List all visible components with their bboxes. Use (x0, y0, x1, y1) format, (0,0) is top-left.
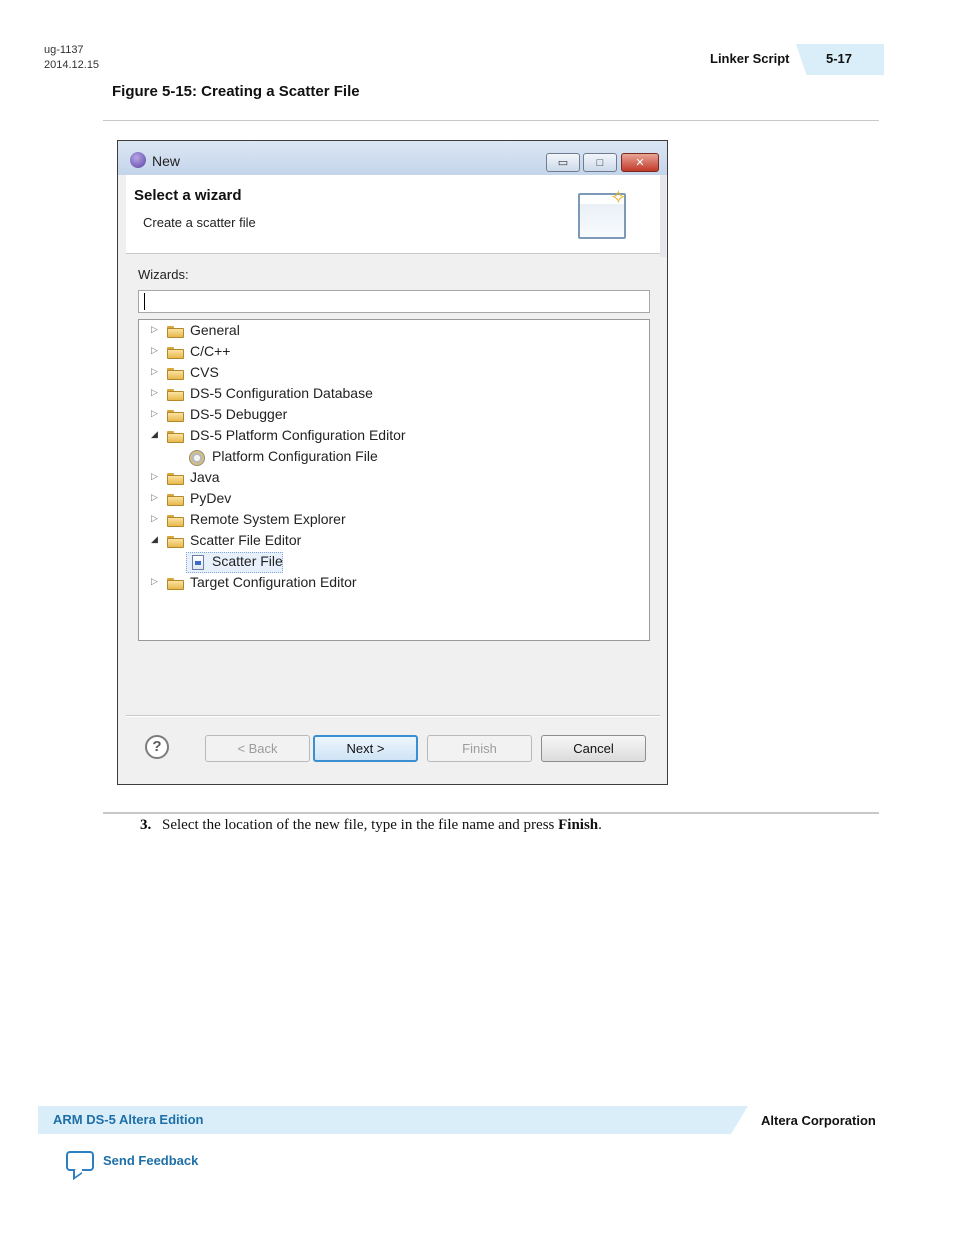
cancel-button[interactable]: Cancel (541, 735, 646, 762)
tree-item-label: Java (190, 469, 220, 485)
tree-item-label: C/C++ (190, 343, 231, 359)
step-emphasis: Finish (558, 817, 599, 833)
scatter-file-icon (192, 555, 204, 570)
tree-item-label: PyDev (190, 490, 232, 506)
collapsed-arrow-icon[interactable]: ▷ (151, 576, 158, 587)
folder-icon (167, 578, 184, 590)
expanded-arrow-icon[interactable]: ◢ (151, 429, 158, 440)
footer-company: Altera Corporation (761, 1113, 876, 1128)
section-name: Linker Script (710, 51, 790, 66)
folder-icon (167, 326, 184, 338)
step-instruction: Select the location of the new file, typ… (162, 817, 602, 834)
tree-item-label: DS-5 Configuration Database (190, 385, 373, 401)
footer-product-name: ARM DS-5 Altera Edition (53, 1112, 204, 1127)
tree-item-label: Scatter File (212, 553, 283, 569)
dialog-titlebar[interactable]: New ▭ □ ✕ (118, 141, 667, 175)
figure-bottom-divider (103, 812, 879, 814)
tree-item[interactable]: ▷ Target Configuration Editor (139, 573, 649, 594)
folder-icon (167, 368, 184, 380)
collapsed-arrow-icon[interactable]: ▷ (151, 387, 158, 398)
expanded-arrow-icon[interactable]: ◢ (151, 534, 158, 545)
tree-item[interactable]: Platform Configuration File (139, 447, 649, 468)
collapsed-arrow-icon[interactable]: ▷ (151, 471, 158, 482)
folder-icon (167, 389, 184, 401)
collapsed-arrow-icon[interactable]: ▷ (151, 492, 158, 503)
tree-item[interactable]: ▷ Java (139, 468, 649, 489)
step-number: 3. (140, 817, 152, 833)
tree-item[interactable]: Scatter File (139, 552, 649, 573)
page-number: 5-17 (826, 51, 853, 66)
next-button[interactable]: Next > (313, 735, 418, 762)
folder-icon (167, 410, 184, 422)
tree-item[interactable]: ▷ C/C++ (139, 342, 649, 363)
collapsed-arrow-icon[interactable]: ▷ (151, 345, 158, 356)
wizard-tree[interactable]: ▷ General ▷ C/C++ ▷ CVS ▷ DS-5 Configuration Da… (138, 319, 650, 641)
text-caret (144, 293, 145, 310)
tree-item-label: DS-5 Platform Configuration Editor (190, 427, 406, 443)
tree-item-label: Remote System Explorer (190, 511, 346, 527)
figure-title: Figure 5-15: Creating a Scatter File (112, 83, 360, 100)
wizard-heading: Select a wizard (134, 187, 242, 204)
minimize-icon: ▭ (557, 157, 569, 169)
sparkle-icon: ✧ (610, 187, 627, 209)
tree-item-label: Target Configuration Editor (190, 574, 357, 590)
maximize-button[interactable]: □ (583, 153, 617, 172)
tree-item[interactable]: ▷ Remote System Explorer (139, 510, 649, 531)
tree-item[interactable]: ▷ General (139, 321, 649, 342)
maximize-icon: □ (596, 156, 604, 169)
folder-icon (167, 536, 184, 548)
help-icon[interactable]: ? (145, 735, 169, 759)
tree-item[interactable]: ◢ Scatter File Editor (139, 531, 649, 552)
eclipse-icon (130, 152, 146, 168)
collapsed-arrow-icon[interactable]: ▷ (151, 324, 158, 335)
document-id: ug-1137 (44, 44, 84, 56)
back-button[interactable]: < Back (205, 735, 310, 762)
wizard-subheading: Create a scatter file (143, 215, 256, 230)
tree-item-label: DS-5 Debugger (190, 406, 288, 422)
tree-item-label: Scatter File Editor (190, 532, 302, 548)
step-text: Select the location of the new file, typ… (162, 817, 559, 833)
tree-item[interactable]: ▷ CVS (139, 363, 649, 384)
collapsed-arrow-icon[interactable]: ▷ (151, 513, 158, 524)
tree-item[interactable]: ▷ PyDev (139, 489, 649, 510)
tree-item[interactable]: ▷ DS-5 Configuration Database (139, 384, 649, 405)
finish-button[interactable]: Finish (427, 735, 532, 762)
send-feedback-link[interactable]: Send Feedback (103, 1153, 198, 1168)
wizard-banner: Select a wizard Create a scatter file ✧ (126, 175, 660, 254)
collapsed-arrow-icon[interactable]: ▷ (151, 408, 158, 419)
step-end: . (598, 817, 602, 833)
footer-separator-highlight (126, 716, 660, 717)
folder-icon (167, 431, 184, 443)
dialog-title: New (152, 153, 181, 169)
config-file-icon (189, 450, 205, 466)
banner-scroll-strip (660, 175, 666, 257)
tree-item[interactable]: ◢ DS-5 Platform Configuration Editor (139, 426, 649, 447)
close-icon: ✕ (635, 157, 645, 169)
folder-icon (167, 347, 184, 359)
minimize-button[interactable]: ▭ (546, 153, 580, 172)
new-wizard-dialog: New ▭ □ ✕ Select a wizard Create a scatt… (117, 140, 668, 785)
collapsed-arrow-icon[interactable]: ▷ (151, 366, 158, 377)
tree-item-label: CVS (190, 364, 219, 380)
tree-item[interactable]: ▷ DS-5 Debugger (139, 405, 649, 426)
close-button[interactable]: ✕ (621, 153, 659, 172)
document-id-block: ug-1137 2014.12.15 (44, 43, 99, 73)
document-date: 2014.12.15 (44, 59, 100, 71)
folder-icon (167, 515, 184, 527)
folder-icon (167, 473, 184, 485)
wizards-label: Wizards: (138, 267, 189, 282)
tree-item-label: General (190, 322, 240, 338)
top-divider (103, 120, 879, 121)
folder-icon (167, 494, 184, 506)
tree-item-label: Platform Configuration File (212, 448, 378, 464)
wizard-filter-input[interactable] (138, 290, 650, 313)
